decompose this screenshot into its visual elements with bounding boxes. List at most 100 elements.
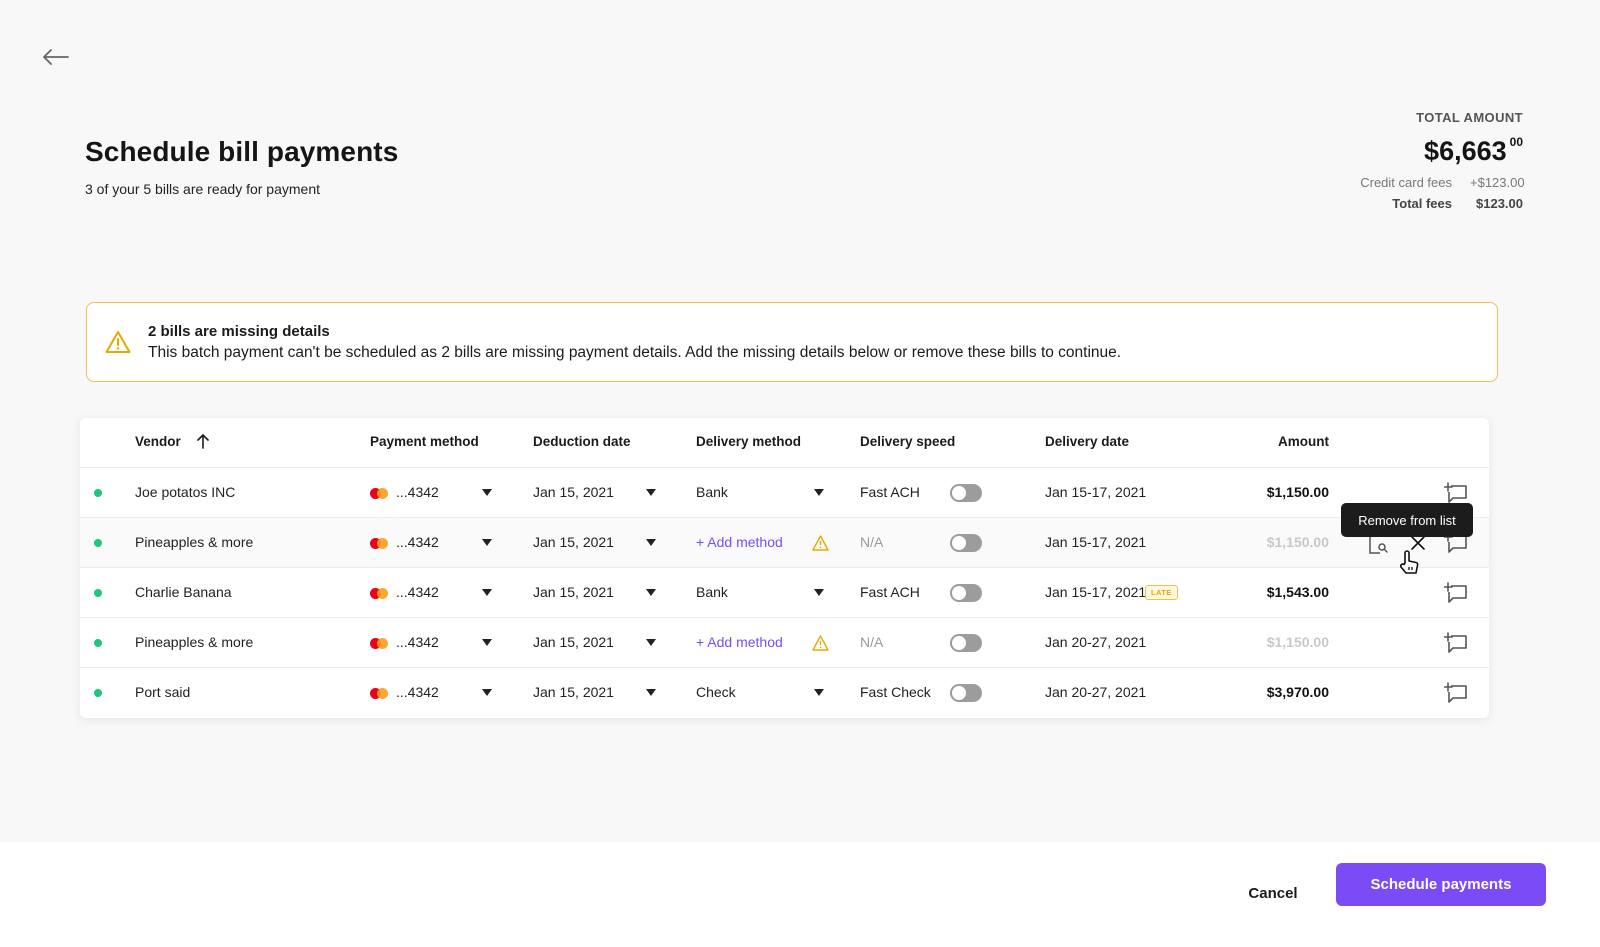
vendor-name: Pineapples & more [135, 634, 254, 650]
add-note-icon[interactable] [1444, 632, 1468, 654]
delivery-speed: N/A [860, 634, 884, 650]
delivery-date: Jan 15-17, 2021 [1045, 584, 1147, 600]
bill-amount: $1,150.00 [1266, 534, 1329, 550]
late-badge: LATE [1145, 585, 1178, 600]
column-header-payment-method[interactable]: Payment method [370, 434, 479, 449]
payment-method-dropdown-icon[interactable] [482, 539, 492, 546]
delivery-speed-toggle[interactable] [950, 684, 982, 702]
mastercard-icon [370, 688, 388, 699]
deduction-date-dropdown-icon[interactable] [646, 589, 656, 596]
total-amount: $6,663 00 [1263, 135, 1523, 167]
card-number: ...4342 [396, 684, 439, 700]
status-dot [94, 689, 102, 697]
deduction-date-dropdown-icon[interactable] [646, 689, 656, 696]
table-row[interactable]: Charlie Banana ...4342 Jan 15, 2021 Bank… [80, 568, 1489, 618]
delivery-method-dropdown-icon[interactable] [814, 489, 824, 496]
delivery-date: Jan 15-17, 2021 [1045, 534, 1147, 550]
add-note-icon[interactable] [1444, 482, 1468, 504]
total-amount-cents: 00 [1509, 135, 1523, 149]
payment-method-dropdown-icon[interactable] [482, 639, 492, 646]
credit-card-fees-label: Credit card fees [1360, 175, 1452, 190]
missing-details-alert: 2 bills are missing details This batch p… [86, 302, 1498, 382]
mastercard-icon [370, 588, 388, 599]
delivery-method: Bank [696, 584, 728, 600]
bill-amount: $1,150.00 [1266, 634, 1329, 650]
deduction-date-dropdown-icon[interactable] [646, 489, 656, 496]
deduction-date-dropdown-icon[interactable] [646, 639, 656, 646]
deduction-date: Jan 15, 2021 [533, 534, 614, 550]
table-row[interactable]: Pineapples & more ...4342 Jan 15, 2021 +… [80, 618, 1489, 668]
alert-message: This batch payment can't be scheduled as… [148, 343, 1122, 361]
card-number: ...4342 [396, 634, 439, 650]
page-title: Schedule bill payments [85, 136, 399, 167]
column-header-amount[interactable]: Amount [1278, 434, 1329, 449]
add-note-icon[interactable] [1444, 582, 1468, 604]
credit-card-fees-row: Credit card fees +$123.00 [1263, 175, 1524, 190]
deduction-date: Jan 15, 2021 [533, 684, 614, 700]
page-subtitle: 3 of your 5 bills are ready for payment [85, 181, 321, 197]
table-header: Vendor Payment method Deduction date Del… [80, 418, 1489, 468]
schedule-payments-button[interactable]: Schedule payments [1336, 863, 1546, 906]
deduction-date-dropdown-icon[interactable] [646, 539, 656, 546]
warning-icon [812, 535, 829, 551]
total-fees-row: Total fees $123.00 [1263, 196, 1523, 211]
add-note-icon[interactable] [1444, 682, 1468, 704]
vendor-name: Pineapples & more [135, 534, 254, 550]
bill-amount: $3,970.00 [1266, 684, 1329, 700]
card-number: ...4342 [396, 534, 439, 550]
delivery-speed: Fast ACH [860, 484, 920, 500]
sort-arrow-up-icon[interactable] [196, 434, 209, 449]
bills-table: Vendor Payment method Deduction date Del… [80, 418, 1489, 718]
deduction-date: Jan 15, 2021 [533, 584, 614, 600]
payment-summary: TOTAL AMOUNT $6,663 00 Credit card fees +… [1263, 110, 1524, 211]
delivery-speed-toggle[interactable] [950, 634, 982, 652]
total-amount-label: TOTAL AMOUNT [1416, 110, 1523, 125]
status-dot [94, 639, 102, 647]
bill-amount: $1,543.00 [1266, 584, 1329, 600]
vendor-name: Charlie Banana [135, 584, 232, 600]
arrow-left-icon [43, 49, 69, 65]
delivery-method: Check [696, 684, 736, 700]
status-dot [94, 589, 102, 597]
mastercard-icon [370, 538, 388, 549]
delivery-speed: Fast Check [860, 684, 931, 700]
mastercard-icon [370, 488, 388, 499]
cancel-button[interactable]: Cancel [1236, 876, 1310, 910]
column-header-delivery-method[interactable]: Delivery method [696, 434, 801, 449]
status-dot [94, 489, 102, 497]
warning-icon [812, 635, 829, 651]
delivery-speed-toggle[interactable] [950, 534, 982, 552]
deduction-date: Jan 15, 2021 [533, 484, 614, 500]
card-number: ...4342 [396, 584, 439, 600]
delivery-date: Jan 20-27, 2021 [1045, 634, 1147, 650]
delivery-method-dropdown-icon[interactable] [814, 589, 824, 596]
vendor-name: Joe potatos INC [135, 484, 236, 500]
table-row[interactable]: Joe potatos INC ...4342 Jan 15, 2021 Ban… [80, 468, 1489, 518]
remove-from-list-tooltip: Remove from list [1341, 503, 1473, 537]
card-number: ...4342 [396, 484, 439, 500]
bill-amount: $1,150.00 [1266, 484, 1329, 500]
table-row[interactable]: Port said ...4342 Jan 15, 2021 Check Fas… [80, 668, 1489, 718]
payment-method-dropdown-icon[interactable] [482, 689, 492, 696]
delivery-method: Bank [696, 484, 728, 500]
status-dot [94, 539, 102, 547]
payment-method-dropdown-icon[interactable] [482, 489, 492, 496]
add-delivery-method-link[interactable]: + Add method [696, 634, 783, 650]
back-button[interactable] [40, 44, 72, 70]
add-delivery-method-link[interactable]: + Add method [696, 534, 783, 550]
total-fees-label: Total fees [1392, 196, 1452, 211]
total-fees-value: $123.00 [1476, 196, 1523, 211]
payment-method-dropdown-icon[interactable] [482, 589, 492, 596]
delivery-method-dropdown-icon[interactable] [814, 689, 824, 696]
column-header-vendor[interactable]: Vendor [135, 434, 209, 449]
column-header-delivery-date[interactable]: Delivery date [1045, 434, 1129, 449]
delivery-speed-toggle[interactable] [950, 584, 982, 602]
table-row[interactable]: Pineapples & more ...4342 Jan 15, 2021 +… [80, 518, 1489, 574]
warning-icon [105, 331, 131, 353]
column-header-delivery-speed[interactable]: Delivery speed [860, 434, 955, 449]
total-amount-whole: $6,663 [1424, 136, 1507, 166]
column-header-deduction-date[interactable]: Deduction date [533, 434, 631, 449]
deduction-date: Jan 15, 2021 [533, 634, 614, 650]
delivery-date: Jan 20-27, 2021 [1045, 684, 1147, 700]
delivery-speed-toggle[interactable] [950, 484, 982, 502]
